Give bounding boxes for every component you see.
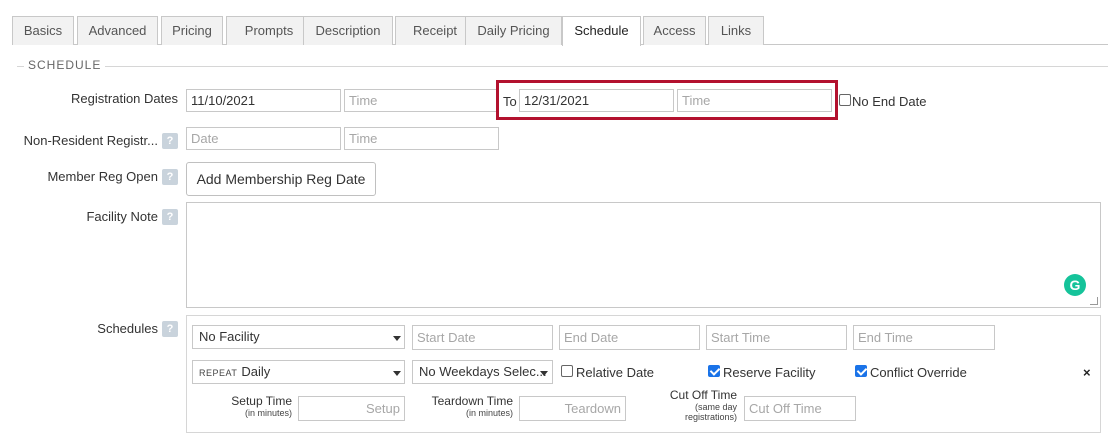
- tab-schedule[interactable]: Schedule: [562, 16, 641, 46]
- cutoff-time-sub1: (same day: [694, 402, 737, 412]
- facility-select[interactable]: No Facility: [192, 325, 405, 349]
- cutoff-time-input[interactable]: [744, 396, 856, 421]
- setup-time-label: Setup Time (in minutes): [200, 394, 292, 419]
- setup-time-unit: (in minutes): [244, 408, 292, 418]
- chevron-down-icon: [393, 336, 401, 341]
- schedules-help-icon[interactable]: ?: [162, 321, 178, 337]
- non-resident-help-icon[interactable]: ?: [162, 133, 178, 149]
- relative-date-checkbox[interactable]: [561, 365, 573, 377]
- schedule-end-date-input[interactable]: [559, 325, 700, 350]
- schedule-start-date-input[interactable]: [412, 325, 553, 350]
- resize-handle-icon[interactable]: [1090, 297, 1098, 305]
- teardown-time-input[interactable]: [519, 396, 626, 421]
- section-title: SCHEDULE: [24, 58, 106, 72]
- reserve-facility-label: Reserve Facility: [723, 365, 816, 380]
- schedules-label: Schedules: [97, 321, 158, 336]
- grammarly-icon[interactable]: G: [1064, 274, 1086, 296]
- non-resident-time-input[interactable]: [344, 127, 499, 150]
- teardown-time-text: Teardown Time: [431, 394, 513, 408]
- tab-links[interactable]: Links: [708, 16, 764, 45]
- member-reg-help-icon[interactable]: ?: [162, 169, 178, 185]
- no-end-date-label: No End Date: [852, 94, 927, 109]
- section-divider: [17, 66, 1108, 67]
- registration-dates-label: Registration Dates: [71, 91, 178, 106]
- schedule-start-time-input[interactable]: [706, 325, 847, 350]
- member-reg-open-label: Member Reg Open: [47, 169, 158, 184]
- facility-note-textarea[interactable]: G: [186, 202, 1101, 308]
- facility-note-label: Facility Note: [86, 209, 158, 224]
- conflict-override-checkbox[interactable]: [855, 365, 867, 377]
- highlight-box: [496, 80, 838, 120]
- repeat-value: Daily: [241, 364, 271, 379]
- cutoff-time-text: Cut Off Time: [669, 388, 737, 402]
- add-membership-reg-date-button[interactable]: Add Membership Reg Date: [186, 162, 376, 196]
- teardown-time-unit: (in minutes): [465, 408, 513, 418]
- teardown-time-label: Teardown Time (in minutes): [412, 394, 513, 419]
- tab-daily-pricing[interactable]: Daily Pricing: [465, 16, 562, 45]
- tab-receipt[interactable]: Receipt: [395, 16, 475, 45]
- repeat-prefix: REPEAT: [199, 368, 238, 378]
- registration-start-time-input[interactable]: [344, 89, 499, 112]
- cutoff-time-sub2: registrations): [684, 412, 737, 422]
- weekdays-select-value: No Weekdays Selec...: [419, 364, 547, 379]
- tab-description[interactable]: Description: [303, 16, 393, 45]
- tab-pricing[interactable]: Pricing: [161, 16, 223, 45]
- cutoff-time-label: Cut Off Time (same day registrations): [640, 388, 737, 423]
- setup-time-input[interactable]: [298, 396, 405, 421]
- chevron-down-icon: [393, 371, 401, 376]
- remove-schedule-icon[interactable]: ×: [1083, 365, 1091, 380]
- registration-start-date-input[interactable]: [186, 89, 341, 112]
- setup-time-text: Setup Time: [231, 394, 292, 408]
- tab-bar: Basics Advanced Pricing Prompts Descript…: [12, 16, 1108, 46]
- tab-basics[interactable]: Basics: [12, 16, 74, 45]
- non-resident-date-input[interactable]: [186, 127, 341, 150]
- no-end-date-checkbox[interactable]: [839, 94, 851, 106]
- relative-date-label: Relative Date: [576, 365, 655, 380]
- schedule-end-time-input[interactable]: [853, 325, 995, 350]
- weekdays-select[interactable]: No Weekdays Selec...: [412, 360, 553, 384]
- conflict-override-label: Conflict Override: [870, 365, 967, 380]
- repeat-select[interactable]: REPEAT Daily: [192, 360, 405, 384]
- facility-note-help-icon[interactable]: ?: [162, 209, 178, 225]
- tab-prompts[interactable]: Prompts: [226, 16, 312, 45]
- tab-advanced[interactable]: Advanced: [77, 16, 158, 45]
- reserve-facility-checkbox[interactable]: [708, 365, 720, 377]
- chevron-down-icon: [540, 371, 548, 376]
- tab-access[interactable]: Access: [643, 16, 706, 45]
- facility-select-value: No Facility: [199, 329, 260, 344]
- non-resident-label: Non-Resident Registr...: [23, 133, 158, 148]
